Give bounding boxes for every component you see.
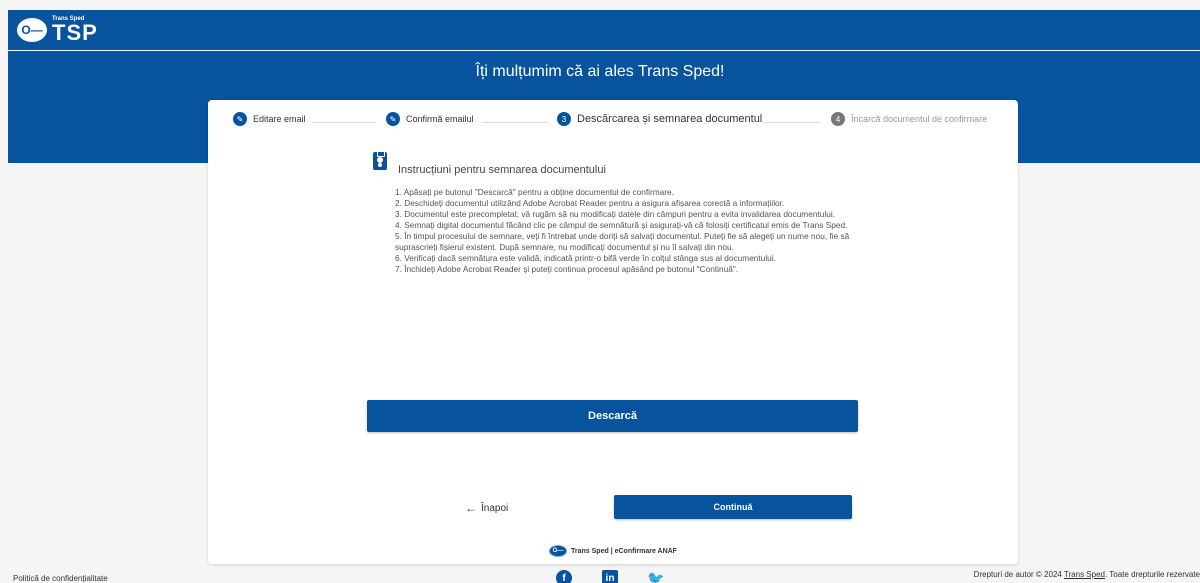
list-item: 2. Deschideți documentul utilizând Adobe…: [395, 198, 785, 208]
step-number: 4: [831, 112, 845, 126]
pencil-icon: ✎: [386, 112, 400, 126]
key-icon: O—: [17, 18, 47, 42]
copyright-suffix: . Toate drepturile rezervate: [1104, 570, 1200, 579]
twitter-icon[interactable]: 🐦: [647, 570, 664, 583]
copyright-prefix: Drepturi de autor © 2024: [973, 570, 1064, 579]
card-footer-text: Trans Sped | eConfirmare ANAF: [571, 547, 677, 555]
step-confirm-email[interactable]: ✎ Confirmă emailul: [386, 112, 474, 126]
step-label: Confirmă emailul: [406, 114, 474, 124]
instructions-title: Instrucțiuni pentru semnarea documentulu…: [398, 164, 606, 176]
step-label: Editare email: [253, 114, 306, 124]
step-label: Încarcă documentul de confirmare: [851, 114, 988, 124]
step-number: 3: [557, 112, 571, 126]
list-item: 4. Semnați digital documentul făcând cli…: [395, 220, 848, 230]
clipboard-user-icon: [373, 151, 387, 170]
step-connector: [482, 122, 548, 123]
step-connector: [763, 122, 821, 123]
stepper: ✎ Editare email ✎ Confirmă emailul 3 Des…: [208, 112, 1018, 134]
social-links: f in 🐦: [556, 570, 665, 583]
top-bar: O— Trans Sped TSP: [8, 10, 1200, 50]
privacy-link[interactable]: Politică de confidențialitate: [13, 574, 108, 583]
facebook-icon[interactable]: f: [556, 570, 572, 583]
brand-logo-text: Trans Sped TSP: [52, 16, 98, 44]
back-label: Înapoi: [481, 502, 509, 514]
step-upload-confirmation[interactable]: 4 Încarcă documentul de confirmare: [831, 112, 987, 126]
page-title: Îți mulțumim că ai ales Trans Sped!: [475, 63, 725, 80]
back-button[interactable]: ← Înapoi: [465, 501, 508, 515]
continue-button[interactable]: Continuă: [614, 495, 852, 519]
main-card: ✎ Editare email ✎ Confirmă emailul 3 Des…: [208, 100, 1018, 564]
list-item: 7. Închideți Adobe Acrobat Reader și put…: [395, 264, 739, 274]
list-item: 3. Documentul este precompletat, vă rugă…: [395, 209, 835, 219]
copyright-text: Drepturi de autor © 2024 Trans Sped. Toa…: [974, 570, 1200, 579]
pencil-icon: ✎: [233, 112, 247, 126]
brand-name-big: TSP: [52, 20, 98, 45]
list-item: 6. Verificați dacă semnătura este validă…: [395, 253, 776, 263]
trans-sped-link[interactable]: Trans Sped: [1064, 570, 1105, 579]
brand-logo[interactable]: O— Trans Sped TSP: [17, 16, 98, 44]
step-connector: [312, 122, 376, 123]
card-footer: O— Trans Sped | eConfirmare ANAF: [208, 545, 1018, 557]
list-item: 1. Apăsați pe butonul "Descarcă" pentru …: [395, 187, 674, 197]
list-item: 5. În timpul procesului de semnare, veți…: [395, 231, 850, 252]
linkedin-icon[interactable]: in: [602, 570, 618, 583]
key-icon: O—: [549, 545, 568, 557]
step-label: Descărcarea și semnarea documentul: [577, 113, 763, 125]
download-button[interactable]: Descarcă: [367, 400, 858, 432]
step-edit-email[interactable]: ✎ Editare email: [233, 112, 306, 126]
instructions-list: 1. Apăsați pe butonul "Descarcă" pentru …: [395, 187, 850, 275]
step-download-sign[interactable]: 3 Descărcarea și semnarea documentul: [557, 112, 762, 126]
arrow-left-icon: ←: [465, 501, 477, 515]
